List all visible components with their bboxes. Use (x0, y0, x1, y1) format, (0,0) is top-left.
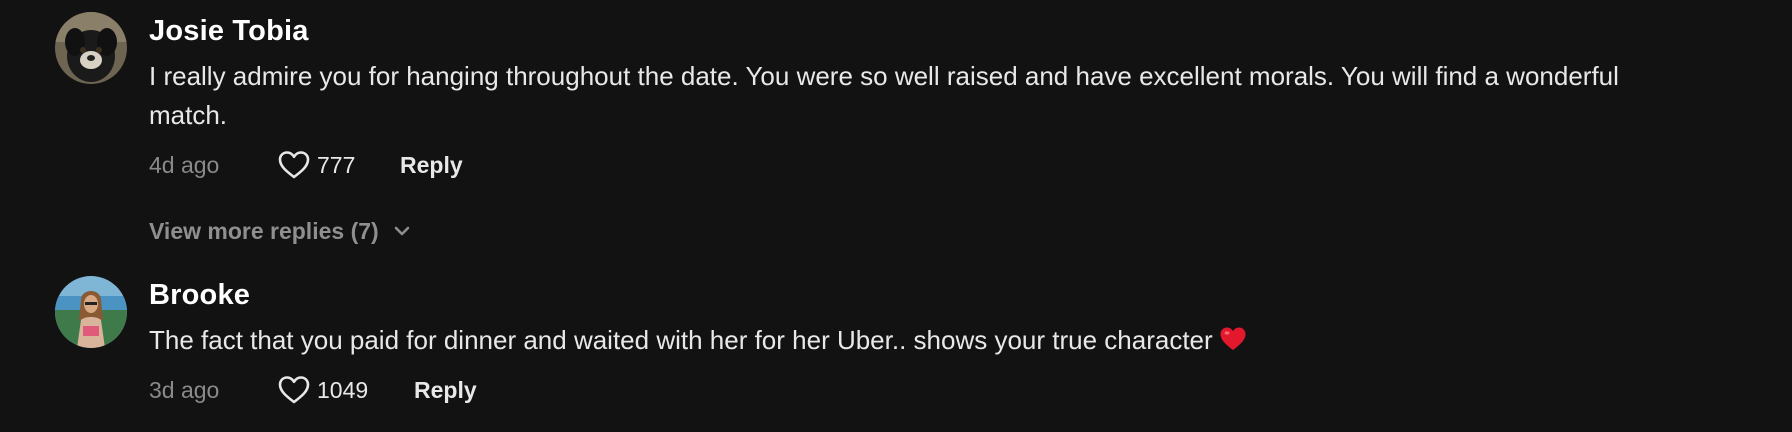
heart-outline-icon (277, 375, 311, 405)
comment-username[interactable]: Brooke (149, 278, 250, 312)
like-count: 1049 (317, 376, 369, 403)
comment-timestamp: 3d ago (149, 376, 220, 403)
comment-text-content: The fact that you paid for dinner and wa… (149, 325, 1213, 355)
avatar[interactable] (55, 12, 127, 84)
view-more-replies-label: View more replies (7) (149, 217, 379, 244)
heart-outline-icon (277, 150, 311, 180)
like-count: 777 (317, 151, 356, 178)
comment-meta: 4d ago 777 Reply (149, 148, 463, 182)
comment-username[interactable]: Josie Tobia (149, 14, 309, 48)
avatar[interactable] (55, 276, 127, 348)
reply-button[interactable]: Reply (400, 152, 463, 179)
like-button[interactable]: 777 (277, 150, 400, 180)
chevron-down-icon (379, 225, 411, 237)
comment-text: I really admire you for hanging througho… (149, 61, 1619, 130)
reply-button[interactable]: Reply (414, 377, 477, 404)
like-button[interactable]: 1049 (277, 375, 414, 405)
comment-timestamp: 4d ago (149, 151, 220, 178)
view-more-replies-button[interactable]: View more replies (7) (149, 214, 411, 248)
red-heart-emoji-icon (1219, 324, 1247, 363)
comment-meta: 3d ago 1049 Reply (149, 373, 477, 407)
comment-text: The fact that you paid for dinner and wa… (149, 321, 1649, 363)
